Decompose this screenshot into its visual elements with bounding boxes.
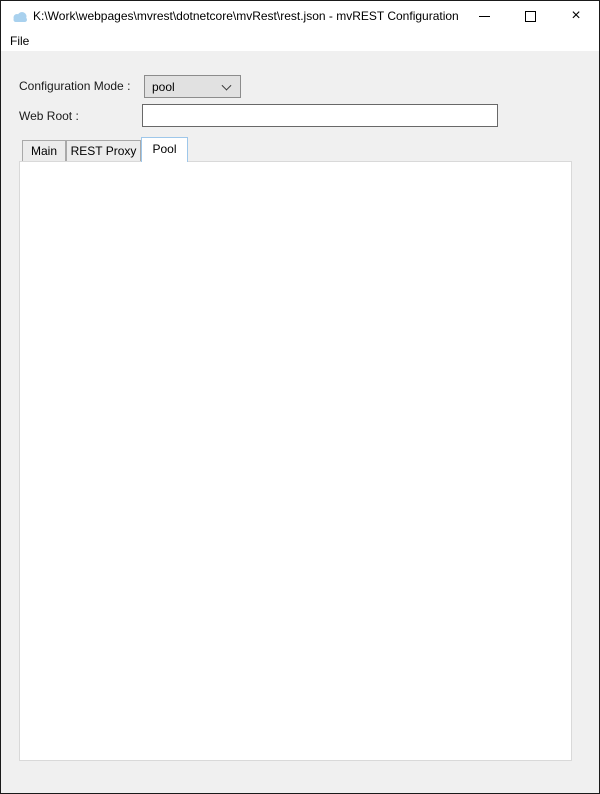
tab-rest-proxy-label: REST Proxy [71, 144, 137, 158]
title-bar: K:\Work\webpages\mvrest\dotnetcore\mvRes… [1, 1, 599, 31]
menu-file[interactable]: File [1, 31, 38, 51]
web-root-label: Web Root : [19, 109, 79, 123]
cloud-icon [11, 10, 29, 28]
chevron-down-icon [222, 80, 232, 90]
tab-pool[interactable]: Pool [141, 137, 188, 162]
tab-pool-label: Pool [152, 142, 176, 156]
config-mode-value: pool [152, 80, 175, 94]
window-title: K:\Work\webpages\mvrest\dotnetcore\mvRes… [33, 1, 459, 31]
close-icon: × [571, 8, 580, 24]
config-mode-dropdown[interactable]: pool [144, 75, 241, 98]
tab-main[interactable]: Main [22, 140, 66, 161]
app-window: K:\Work\webpages\mvrest\dotnetcore\mvRes… [0, 0, 600, 794]
tab-rest-proxy[interactable]: REST Proxy [66, 140, 141, 161]
minimize-icon [479, 16, 490, 17]
web-root-input[interactable] [142, 104, 498, 127]
pool-tab-panel [19, 161, 572, 761]
close-button[interactable]: × [553, 1, 599, 31]
maximize-button[interactable] [507, 1, 553, 31]
tab-main-label: Main [31, 144, 57, 158]
maximize-icon [525, 11, 536, 22]
menu-bar: File [1, 31, 599, 51]
minimize-button[interactable] [461, 1, 507, 31]
config-mode-label: Configuration Mode : [19, 79, 130, 93]
